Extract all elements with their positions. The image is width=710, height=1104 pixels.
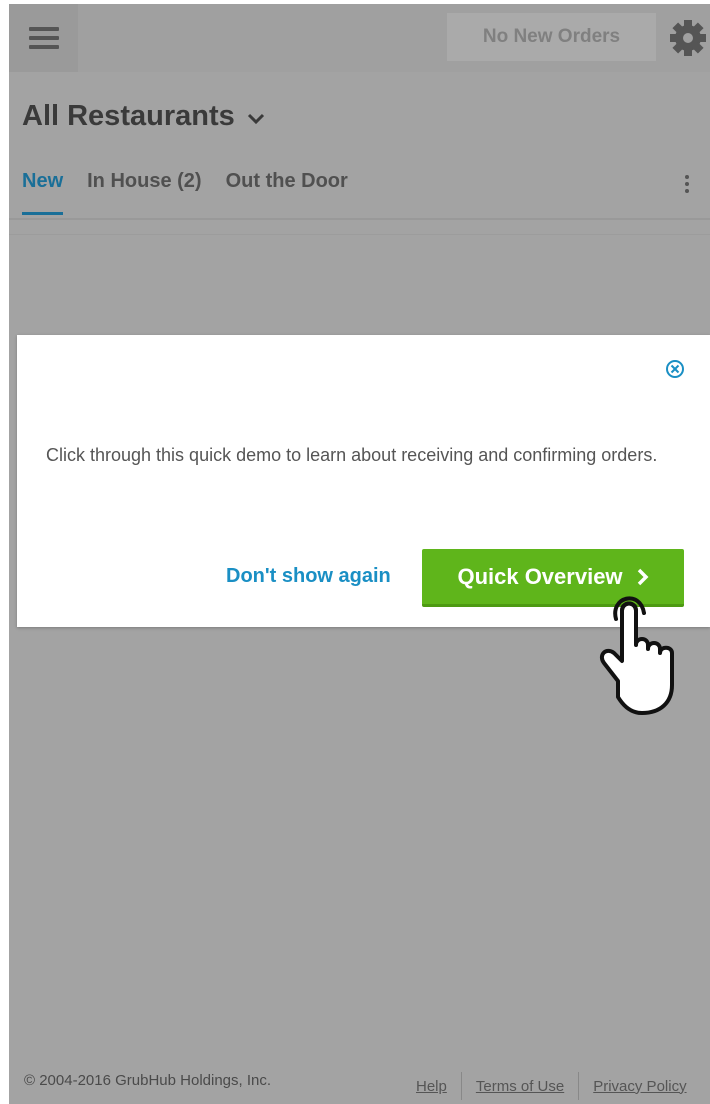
close-circle-icon[interactable] [664, 358, 686, 380]
quick-overview-label: Quick Overview [457, 563, 623, 589]
dont-show-again-link[interactable]: Don't show again [226, 565, 391, 588]
footer-divider [460, 1072, 462, 1100]
tab-new[interactable]: New [22, 170, 64, 215]
privacy-policy-link[interactable]: Privacy Policy [593, 1078, 686, 1095]
footer-links: Help Terms of Use Privacy Policy [416, 1072, 687, 1100]
page-title: All Restaurants [22, 100, 235, 132]
order-tabs: New In House (2) Out the Door [22, 170, 348, 215]
help-link[interactable]: Help [416, 1078, 447, 1095]
pointer-hand-icon [599, 596, 674, 715]
tab-in-house[interactable]: In House (2) [87, 170, 201, 215]
app-screen: No New Orders All Restaurants New In Hou… [9, 4, 710, 1104]
content-divider [9, 234, 710, 235]
modal-message: Click through this quick demo to learn a… [46, 445, 658, 465]
footer-divider [578, 1072, 580, 1100]
chevron-right-icon [637, 568, 649, 585]
more-options-icon[interactable] [685, 175, 691, 196]
top-bar: No New Orders [9, 4, 710, 72]
demo-modal: Click through this quick demo to learn a… [17, 335, 710, 627]
restaurant-selector[interactable]: All Restaurants [22, 100, 265, 133]
copyright-text: © 2004-2016 GrubHub Holdings, Inc. [24, 1072, 272, 1089]
chevron-down-icon [247, 113, 264, 124]
terms-of-use-link[interactable]: Terms of Use [476, 1078, 564, 1095]
tab-out-the-door[interactable]: Out the Door [226, 170, 348, 215]
gear-icon[interactable] [668, 18, 708, 58]
menu-button[interactable] [9, 4, 78, 72]
tabs-divider [9, 218, 710, 220]
no-new-orders-button[interactable]: No New Orders [447, 13, 656, 61]
